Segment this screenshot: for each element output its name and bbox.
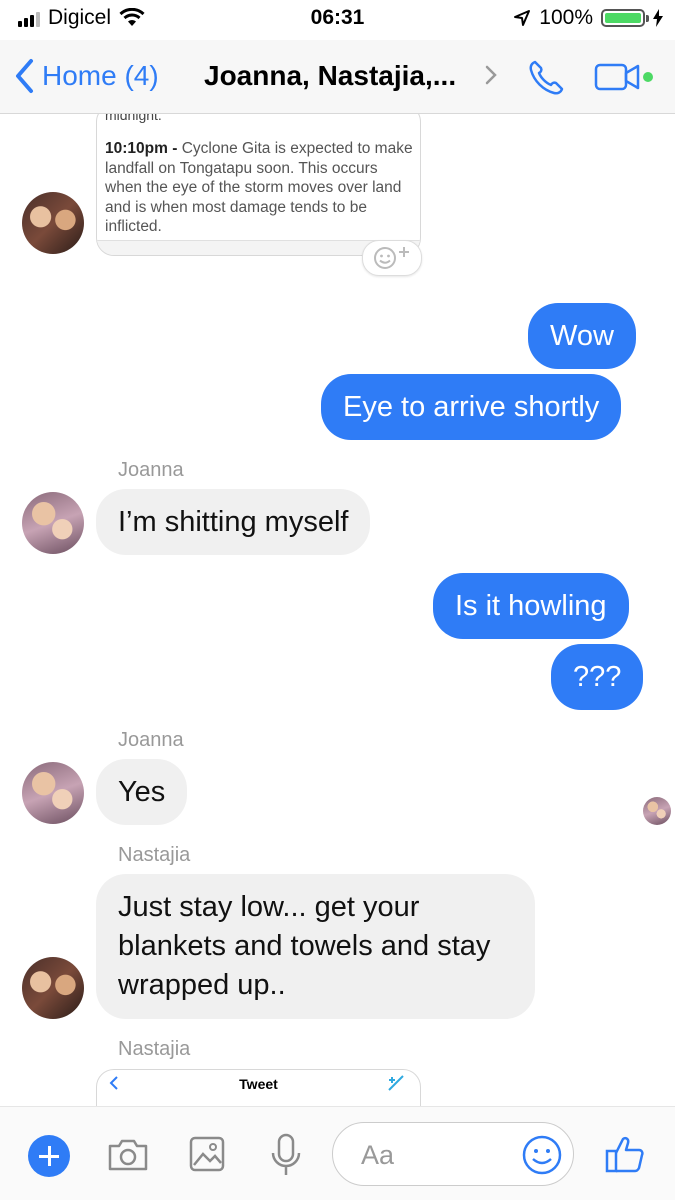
message-input[interactable] bbox=[359, 1137, 513, 1173]
add-reaction-button[interactable] bbox=[362, 240, 422, 276]
status-bar: Digicel 06:31 100% bbox=[0, 0, 675, 40]
microphone-icon[interactable] bbox=[270, 1133, 302, 1177]
message-bubble-outgoing[interactable]: Is it howling bbox=[433, 573, 629, 639]
message-list[interactable]: midnight. 10:10pm - Cyclone Gita is expe… bbox=[0, 114, 675, 1106]
emoji-icon[interactable] bbox=[521, 1134, 563, 1176]
camera-icon[interactable] bbox=[106, 1137, 150, 1173]
avatar[interactable] bbox=[22, 957, 84, 1019]
message-bubble-outgoing[interactable]: Eye to arrive shortly bbox=[321, 374, 622, 440]
message-input-container[interactable] bbox=[332, 1122, 574, 1186]
composer-bar bbox=[0, 1106, 675, 1200]
shared-tweet-card[interactable]: Tweet bbox=[96, 1069, 421, 1106]
compose-feather-icon bbox=[388, 1075, 404, 1091]
sender-name: Joanna bbox=[118, 729, 184, 751]
chevron-right-icon[interactable] bbox=[484, 64, 498, 86]
conversation-title[interactable]: Joanna, Nastajia,... bbox=[204, 60, 456, 92]
chevron-left-icon bbox=[16, 59, 33, 93]
location-arrow-icon bbox=[514, 10, 531, 26]
video-call-icon[interactable] bbox=[594, 62, 658, 92]
card-body: 10:10pm - Cyclone Gita is expected to ma… bbox=[105, 139, 415, 237]
message-bubble-incoming[interactable]: Just stay low... get your blankets and t… bbox=[96, 874, 535, 1019]
charging-bolt-icon bbox=[653, 9, 663, 27]
message-line: wrapped up.. bbox=[118, 969, 286, 1001]
sender-name: Joanna bbox=[118, 459, 184, 481]
avatar[interactable] bbox=[22, 492, 84, 554]
message-line: blankets and towels and stay bbox=[118, 930, 491, 962]
tweet-card-title: Tweet bbox=[239, 1076, 278, 1092]
sender-name: Nastajia bbox=[118, 1038, 191, 1060]
avatar[interactable] bbox=[22, 192, 84, 254]
message-line: Just stay low... get your bbox=[118, 891, 420, 923]
back-label: Home (4) bbox=[42, 60, 159, 91]
read-receipt-avatar bbox=[643, 797, 671, 825]
nav-bar: Home (4) Joanna, Nastajia,... bbox=[0, 40, 675, 114]
card-time: 10:10pm - bbox=[105, 140, 178, 157]
message-bubble-outgoing[interactable]: Wow bbox=[528, 303, 636, 369]
shared-article-card[interactable]: midnight. 10:10pm - Cyclone Gita is expe… bbox=[96, 114, 421, 256]
battery-icon bbox=[601, 9, 649, 27]
more-actions-button[interactable] bbox=[28, 1135, 70, 1177]
avatar[interactable] bbox=[22, 762, 84, 824]
message-bubble-incoming[interactable]: Yes bbox=[96, 759, 188, 825]
status-right: 100% bbox=[513, 6, 663, 30]
message-bubble-incoming[interactable]: I’m shitting myself bbox=[96, 489, 371, 555]
phone-call-icon[interactable] bbox=[526, 58, 566, 98]
smiley-plus-icon bbox=[374, 247, 409, 269]
battery-percent: 100% bbox=[539, 6, 593, 29]
gallery-icon[interactable] bbox=[188, 1135, 226, 1173]
back-button[interactable]: Home (4) bbox=[14, 58, 159, 94]
thumbs-up-icon[interactable] bbox=[604, 1133, 646, 1175]
sender-name: Nastajia bbox=[118, 844, 191, 866]
card-cut-text: midnight. bbox=[105, 114, 162, 123]
message-bubble-outgoing[interactable]: ??? bbox=[551, 644, 644, 710]
